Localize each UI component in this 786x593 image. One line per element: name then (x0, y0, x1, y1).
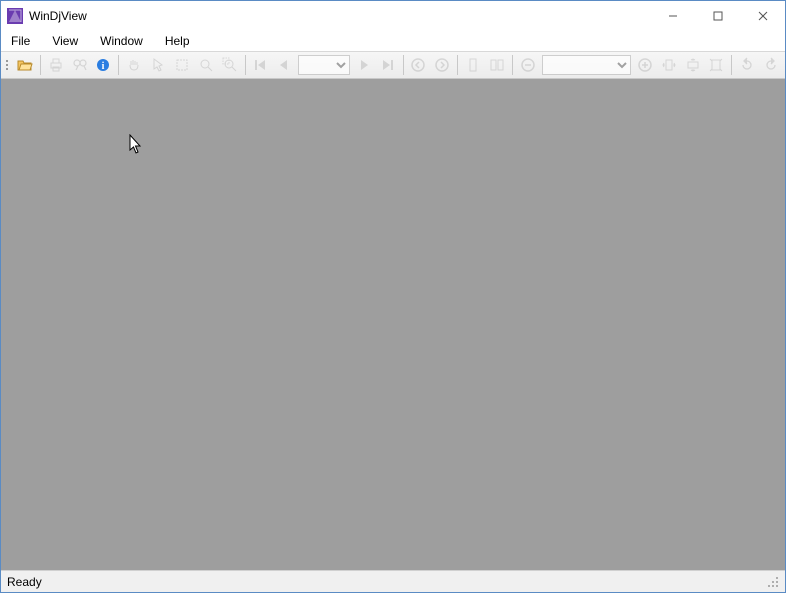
find-button[interactable] (69, 54, 91, 76)
window-controls (650, 1, 785, 31)
single-page-button[interactable] (462, 54, 484, 76)
toolbar: i (1, 51, 785, 79)
title-bar: WinDjView (1, 1, 785, 31)
maximize-button[interactable] (695, 1, 740, 31)
menu-window[interactable]: Window (96, 32, 147, 50)
toolbar-separator (457, 55, 458, 75)
cursor-icon (129, 134, 145, 156)
toolbar-separator (245, 55, 246, 75)
nav-forward-button[interactable] (431, 54, 453, 76)
previous-page-button[interactable] (273, 54, 295, 76)
close-button[interactable] (740, 1, 785, 31)
status-text: Ready (7, 575, 42, 589)
menu-file[interactable]: File (7, 32, 34, 50)
zoom-in-button[interactable] (634, 54, 656, 76)
marquee-tool-button[interactable] (171, 54, 193, 76)
facing-pages-button[interactable] (486, 54, 508, 76)
resize-grip[interactable] (767, 576, 779, 588)
page-combo[interactable] (298, 55, 350, 75)
last-page-button[interactable] (377, 54, 399, 76)
open-button[interactable] (14, 54, 36, 76)
fit-width-button[interactable] (658, 54, 680, 76)
menu-bar: File View Window Help (1, 31, 785, 51)
minimize-button[interactable] (650, 1, 695, 31)
marquee-zoom-button[interactable] (219, 54, 241, 76)
zoom-out-button[interactable] (517, 54, 539, 76)
next-page-button[interactable] (353, 54, 375, 76)
print-button[interactable] (45, 54, 67, 76)
menu-view[interactable]: View (48, 32, 82, 50)
toolbar-separator (118, 55, 119, 75)
rotate-right-button[interactable] (760, 54, 782, 76)
toolbar-separator (731, 55, 732, 75)
zoom-combo[interactable] (542, 55, 631, 75)
toolbar-grip[interactable] (5, 55, 11, 75)
fit-height-button[interactable] (682, 54, 704, 76)
rotate-left-button[interactable] (736, 54, 758, 76)
first-page-button[interactable] (250, 54, 272, 76)
nav-back-button[interactable] (407, 54, 429, 76)
document-viewport[interactable] (1, 79, 785, 570)
select-tool-button[interactable] (147, 54, 169, 76)
status-bar: Ready (1, 570, 785, 592)
window-title: WinDjView (29, 9, 87, 23)
menu-help[interactable]: Help (161, 32, 194, 50)
info-button[interactable]: i (92, 54, 114, 76)
svg-text:i: i (102, 61, 105, 72)
hand-tool-button[interactable] (123, 54, 145, 76)
magnify-tool-button[interactable] (195, 54, 217, 76)
toolbar-separator (403, 55, 404, 75)
fit-page-button[interactable] (706, 54, 728, 76)
toolbar-separator (40, 55, 41, 75)
toolbar-separator (512, 55, 513, 75)
app-icon (7, 8, 23, 24)
